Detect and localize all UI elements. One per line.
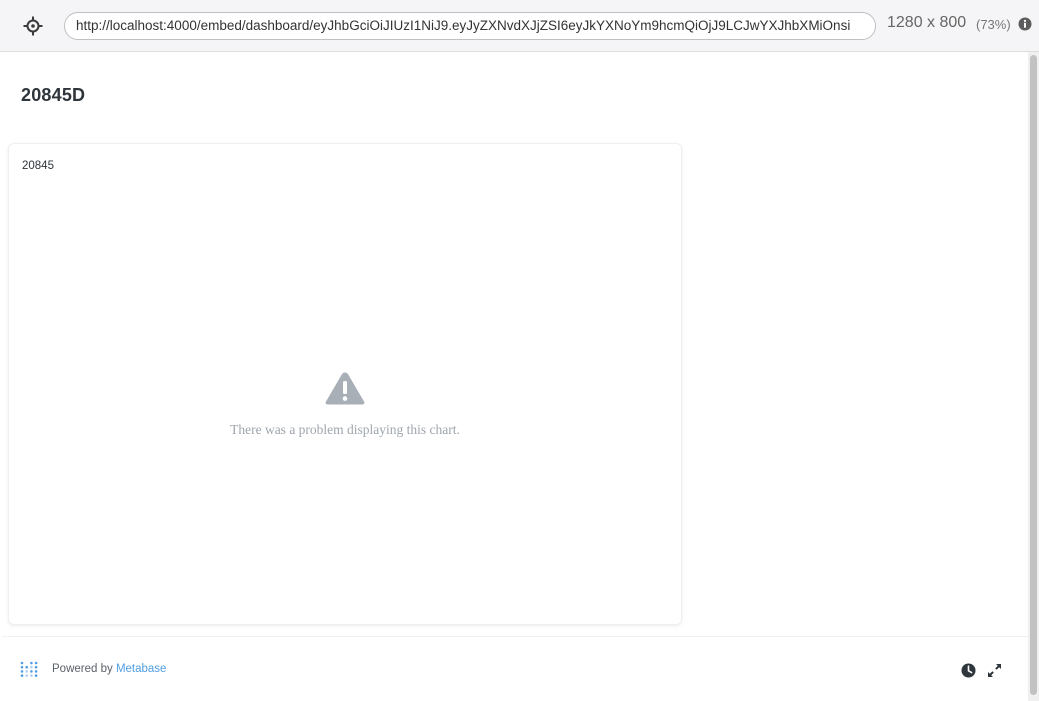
scrollbar-thumb[interactable] [1030,55,1037,695]
dashboard-title: 20845D [21,85,86,105]
browser-toolbar: http://localhost:4000/embed/dashboard/ey… [0,0,1039,52]
metabase-logo-icon[interactable] [20,661,40,678]
metabase-link[interactable]: Metabase [116,663,167,675]
powered-by-text: Powered by Metabase [52,663,166,675]
dashboard-card[interactable]: 20845 There was a problem displaying thi… [8,143,682,625]
error-message: There was a problem displaying this char… [230,422,460,437]
info-icon[interactable] [1018,17,1032,31]
crosshair-icon[interactable] [22,15,44,37]
clock-icon[interactable] [961,663,976,678]
powered-by-label: Powered by [52,663,113,675]
url-input[interactable]: http://localhost:4000/embed/dashboard/ey… [64,12,876,40]
viewport-size-label: 1280 x 800 [887,14,967,31]
expand-icon[interactable] [987,663,1002,678]
warning-icon [324,370,366,407]
zoom-level-label: (73%) [976,17,1011,32]
embed-footer: Powered by Metabase [2,636,1028,701]
embedded-dashboard: 20845D 20845 There was a problem display… [2,52,1028,701]
page-scrollbar[interactable] [1028,52,1039,701]
card-title[interactable]: 20845 [22,160,54,172]
